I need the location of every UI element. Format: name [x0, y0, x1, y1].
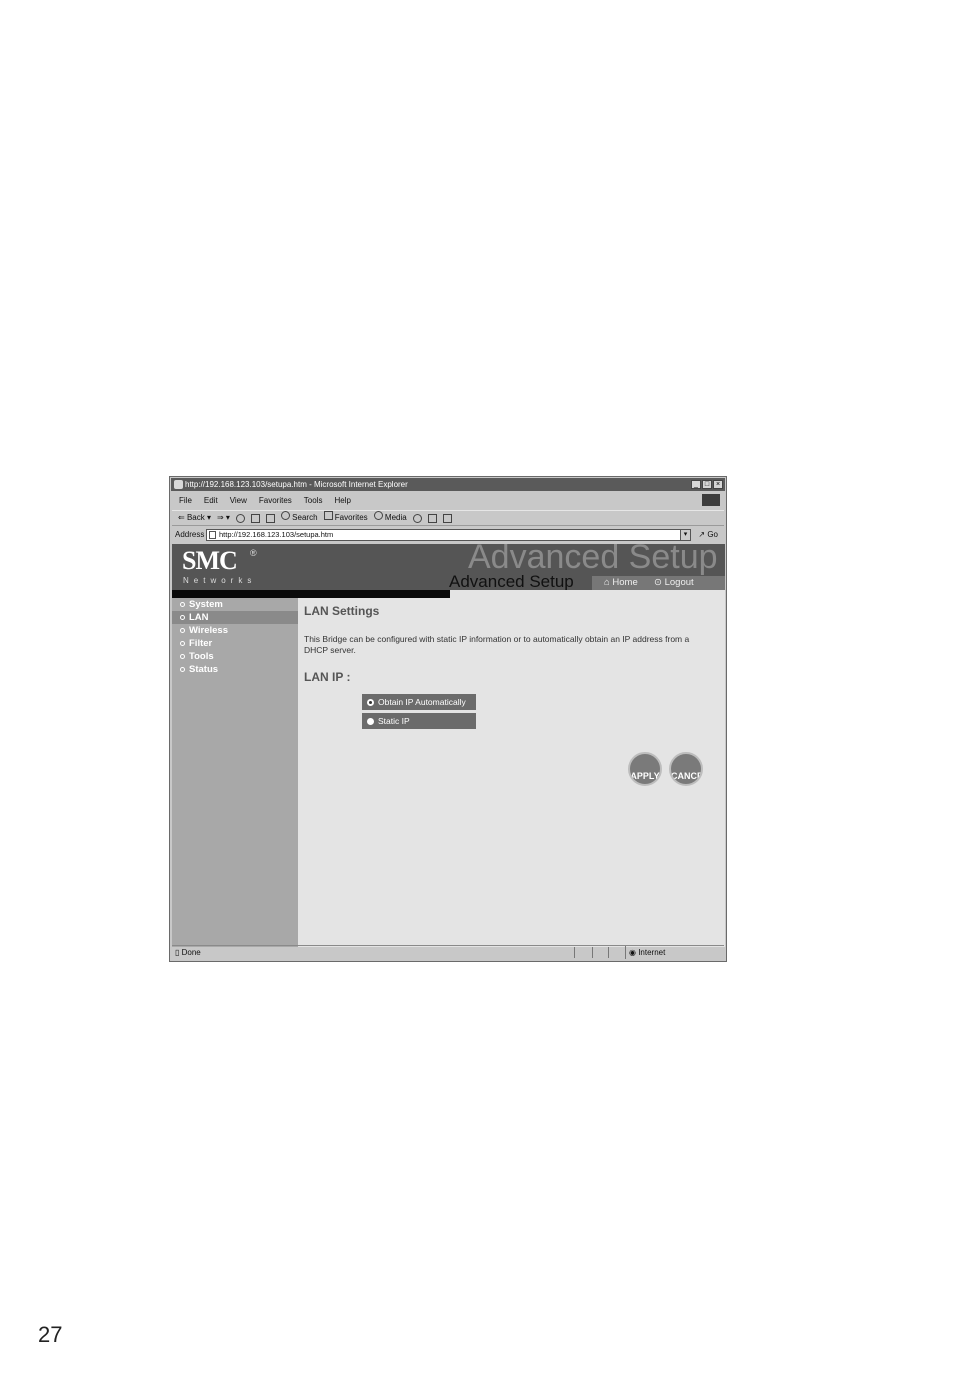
option-label: Static IP [378, 716, 410, 726]
address-input[interactable]: http://192.168.123.103/setupa.htm [206, 529, 691, 541]
menu-view[interactable]: View [230, 493, 247, 508]
page-icon [209, 531, 216, 539]
page-content: SMC ® Networks Advanced Setup Advanced S… [172, 544, 725, 947]
title-bar: http://192.168.123.103/setupa.htm - Micr… [171, 478, 725, 491]
forward-button[interactable]: ⇒ ▾ [217, 510, 230, 526]
address-bar: Address http://192.168.123.103/setupa.ht… [172, 527, 724, 543]
home-label: Home [612, 577, 638, 588]
status-divider [574, 947, 575, 958]
nav-label: System [189, 599, 223, 610]
nav-label: Wireless [189, 625, 228, 636]
back-button[interactable]: ⇐ Back ▾ [178, 510, 211, 526]
close-button[interactable]: × [713, 480, 723, 489]
bullet-icon [180, 627, 185, 633]
menu-help[interactable]: Help [334, 493, 350, 508]
menu-favorites[interactable]: Favorites [259, 493, 292, 508]
header-links: ⌂ Home ⊙ Logout [592, 576, 725, 590]
nav-label: Status [189, 664, 219, 675]
minimize-button[interactable]: _ [691, 480, 701, 489]
status-done-label: Done [181, 948, 201, 957]
stop-icon[interactable] [235, 513, 245, 523]
home-icon[interactable] [265, 513, 275, 523]
registered-mark: ® [250, 548, 257, 558]
bullet-icon [180, 601, 185, 607]
option-static-ip[interactable]: Static IP [362, 713, 476, 729]
logout-link[interactable]: ⊙ Logout [654, 576, 694, 590]
refresh-icon[interactable] [250, 513, 260, 523]
menu-file[interactable]: File [179, 493, 192, 508]
bullet-icon [180, 640, 185, 646]
search-icon [280, 511, 290, 520]
favorites-button[interactable]: Favorites [323, 510, 368, 526]
cancel-button[interactable]: CANCEL [669, 752, 703, 786]
search-button[interactable]: Search [280, 510, 318, 526]
status-zone-label: Internet [638, 948, 666, 957]
go-label: Go [707, 530, 718, 539]
status-divider [608, 947, 609, 958]
radio-icon[interactable] [367, 718, 374, 726]
media-icon [373, 511, 383, 520]
search-label: Search [292, 513, 318, 522]
bullet-icon [180, 653, 185, 659]
address-dropdown-button[interactable]: ▾ [680, 529, 691, 541]
window-title: http://192.168.123.103/setupa.htm - Micr… [185, 480, 408, 489]
status-divider [592, 947, 593, 958]
back-label: Back [186, 513, 205, 522]
status-zone: ◉ Internet [625, 946, 665, 959]
status-done: ▯ Done [175, 948, 201, 957]
window-controls: _ □ × [691, 480, 723, 489]
address-label: Address [175, 530, 205, 539]
browser-window: http://192.168.123.103/setupa.htm - Micr… [169, 476, 727, 962]
nav-label: Tools [189, 651, 214, 662]
page-number: 27 [38, 1322, 63, 1347]
media-label: Media [384, 513, 407, 522]
favorites-icon [323, 511, 333, 520]
header-divider [172, 590, 450, 598]
maximize-button[interactable]: □ [702, 480, 712, 489]
windows-logo-icon [702, 494, 720, 506]
toolbar: ⇐ Back ▾ ⇒ ▾ Search Favorites Media [172, 510, 724, 526]
logout-label: Logout [664, 577, 694, 588]
nav-item-system[interactable]: System [172, 598, 298, 611]
option-obtain-ip-automatically[interactable]: Obtain IP Automatically [362, 694, 476, 710]
print-icon[interactable] [442, 513, 452, 523]
bullet-icon [180, 666, 185, 672]
apply-button[interactable]: APPLY [628, 752, 662, 786]
main-panel: LAN Settings This Bridge can be configur… [298, 598, 725, 947]
nav-item-wireless[interactable]: Wireless [172, 624, 298, 637]
mail-icon[interactable] [427, 513, 437, 523]
history-icon[interactable] [412, 513, 422, 523]
favorites-label: Favorites [334, 513, 368, 522]
bullet-icon [180, 614, 185, 620]
home-link[interactable]: ⌂ Home [604, 576, 638, 590]
menu-tools[interactable]: Tools [304, 493, 323, 508]
nav-item-filter[interactable]: Filter [172, 637, 298, 650]
option-label: Obtain IP Automatically [378, 697, 466, 707]
smc-logo: SMC [182, 546, 238, 575]
logo-subtitle: Networks [183, 576, 257, 585]
lan-ip-label: LAN IP : [304, 670, 351, 684]
page-title: Advanced Setup [448, 572, 575, 590]
nav-label: LAN [189, 612, 209, 623]
menu-bar: File Edit View Favorites Tools Help [172, 493, 724, 508]
sidebar: System LAN Wireless Filter Tools Status [172, 598, 298, 947]
nav-item-lan[interactable]: LAN [172, 611, 298, 624]
media-button[interactable]: Media [373, 510, 407, 526]
nav-item-tools[interactable]: Tools [172, 650, 298, 663]
section-description: This Bridge can be configured with stati… [304, 634, 690, 655]
go-button[interactable]: ↗ Go [698, 527, 718, 543]
radio-selected-icon[interactable] [367, 699, 374, 707]
address-value: http://192.168.123.103/setupa.htm [219, 530, 334, 539]
status-bar: ▯ Done ◉ Internet [172, 945, 724, 959]
section-heading: LAN Settings [304, 604, 380, 618]
nav-item-status[interactable]: Status [172, 663, 298, 676]
ie-icon [174, 480, 183, 489]
header-banner: SMC ® Networks Advanced Setup Advanced S… [172, 544, 725, 590]
menu-edit[interactable]: Edit [204, 493, 218, 508]
nav-label: Filter [189, 638, 213, 649]
